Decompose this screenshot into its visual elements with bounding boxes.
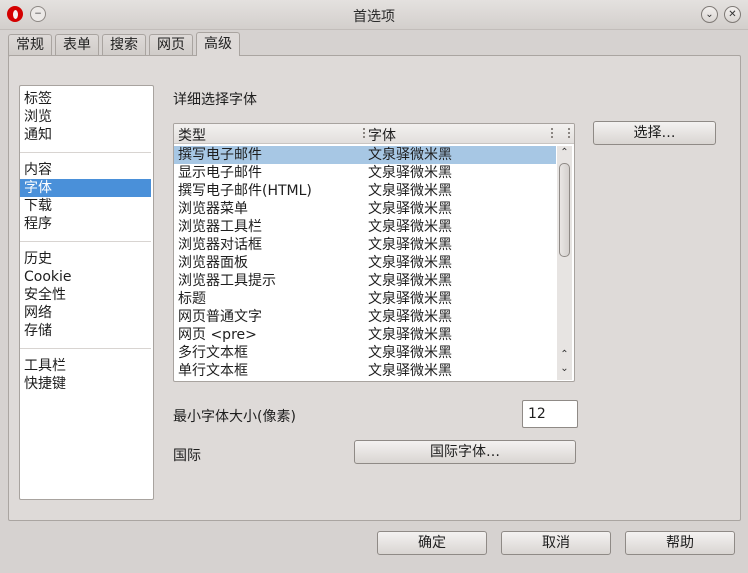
font-rows: 撰写电子邮件 文泉驿微米黑 显示电子邮件 文泉驿微米黑 撰写电子邮件(HTML) 文泉驿微… bbox=[174, 146, 556, 380]
font-name-label: 文泉驿微米黑 bbox=[368, 345, 452, 361]
font-name-label: 文泉驿微米黑 bbox=[368, 165, 452, 181]
category-item[interactable]: 历史 bbox=[20, 250, 153, 268]
font-row[interactable]: 浏览器工具提示 文泉驿微米黑 bbox=[174, 272, 556, 290]
category-item[interactable]: 字体 bbox=[20, 179, 151, 197]
min-font-size-input[interactable]: 12 bbox=[522, 400, 578, 428]
scroll-up-icon[interactable]: ⌃ bbox=[557, 348, 572, 362]
font-row[interactable]: 多行文本框 文泉驿微米黑 bbox=[174, 344, 556, 362]
category-item[interactable]: 通知 bbox=[20, 126, 153, 144]
font-row[interactable]: 撰写电子邮件 文泉驿微米黑 bbox=[174, 146, 556, 164]
close-button[interactable]: ✕ bbox=[724, 6, 741, 23]
cancel-button[interactable]: 取消 bbox=[501, 531, 611, 555]
font-name-label: 文泉驿微米黑 bbox=[368, 309, 452, 325]
vertical-scrollbar[interactable]: ⌃ ⌃ ⌄ bbox=[557, 146, 572, 380]
category-item[interactable]: 浏览 bbox=[20, 108, 153, 126]
column-header-font[interactable]: 字体 bbox=[368, 125, 396, 145]
category-item[interactable]: 下载 bbox=[20, 197, 153, 215]
section-title: 详细选择字体 bbox=[173, 92, 257, 108]
font-type-list[interactable]: 类型 字体 撰写电子邮件 文泉驿微米黑 显示电子邮件 文泉驿微米黑 撰写电子邮件(HTM… bbox=[173, 123, 575, 382]
font-name-label: 文泉驿微米黑 bbox=[368, 183, 452, 199]
font-row[interactable]: 浏览器工具栏 文泉驿微米黑 bbox=[174, 218, 556, 236]
tab-3[interactable]: 网页 bbox=[149, 34, 193, 56]
font-row[interactable]: 浏览器菜单 文泉驿微米黑 bbox=[174, 200, 556, 218]
font-name-label: 文泉驿微米黑 bbox=[368, 273, 452, 289]
category-divider bbox=[20, 152, 151, 153]
font-name-label: 文泉驿微米黑 bbox=[368, 201, 452, 217]
column-header-type[interactable]: 类型 bbox=[178, 125, 206, 145]
minimize-button[interactable]: ⌄ bbox=[701, 6, 718, 23]
column-resize-handle[interactable] bbox=[551, 128, 553, 138]
category-item[interactable]: 程序 bbox=[20, 215, 153, 233]
font-type-label: 单行文本框 bbox=[178, 363, 248, 379]
font-name-label: 文泉驿微米黑 bbox=[368, 237, 452, 253]
tab-1[interactable]: 表单 bbox=[55, 34, 99, 56]
font-row[interactable]: 网页普通文字 文泉驿微米黑 bbox=[174, 308, 556, 326]
category-item[interactable]: Cookie bbox=[20, 268, 153, 286]
category-item[interactable]: 存储 bbox=[20, 322, 153, 340]
title-bar: − 首选项 ⌄ ✕ bbox=[0, 0, 748, 30]
font-type-label: 浏览器对话框 bbox=[178, 237, 262, 253]
category-item[interactable]: 安全性 bbox=[20, 286, 153, 304]
font-name-label: 文泉驿微米黑 bbox=[368, 147, 452, 163]
tab-4[interactable]: 高级 bbox=[196, 32, 240, 56]
font-type-label: 标题 bbox=[178, 291, 206, 307]
font-name-label: 文泉驿微米黑 bbox=[368, 291, 452, 307]
font-row[interactable]: 网页 <pre> 文泉驿微米黑 bbox=[174, 326, 556, 344]
advanced-panel: 标签 浏览 通知 内容 字体 下载 程序 历史 Cookie 安全性 网络 存储 工具栏 快捷键 详细选择… bbox=[8, 55, 741, 521]
font-name-label: 文泉驿微米黑 bbox=[368, 219, 452, 235]
ok-button[interactable]: 确定 bbox=[377, 531, 487, 555]
column-resize-handle[interactable] bbox=[568, 128, 570, 138]
font-type-label: 网页普通文字 bbox=[178, 309, 262, 325]
choose-font-button[interactable]: 选择… bbox=[593, 121, 716, 145]
category-item[interactable]: 网络 bbox=[20, 304, 153, 322]
font-type-label: 浏览器面板 bbox=[178, 255, 248, 271]
font-type-label: 撰写电子邮件 bbox=[178, 147, 262, 163]
font-type-label: 浏览器工具提示 bbox=[178, 273, 276, 289]
font-row[interactable]: 单行文本框 文泉驿微米黑 bbox=[174, 362, 556, 380]
category-divider bbox=[20, 348, 151, 349]
min-font-size-label: 最小字体大小(像素) bbox=[173, 409, 296, 425]
list-header: 类型 字体 bbox=[174, 124, 574, 144]
tab-0[interactable]: 常规 bbox=[8, 34, 52, 56]
tab-2[interactable]: 搜索 bbox=[102, 34, 146, 56]
font-type-label: 网页 <pre> bbox=[178, 327, 257, 343]
font-name-label: 文泉驿微米黑 bbox=[368, 363, 452, 379]
category-item[interactable]: 内容 bbox=[20, 161, 153, 179]
font-type-label: 撰写电子邮件(HTML) bbox=[178, 183, 312, 199]
font-name-label: 文泉驿微米黑 bbox=[368, 327, 452, 343]
category-list[interactable]: 标签 浏览 通知内容 字体 下载 程序历史 Cookie 安全性 网络 存储工具栏 快捷键 bbox=[19, 85, 154, 500]
font-name-label: 文泉驿微米黑 bbox=[368, 255, 452, 271]
font-row[interactable]: 浏览器面板 文泉驿微米黑 bbox=[174, 254, 556, 272]
help-button[interactable]: 帮助 bbox=[625, 531, 735, 555]
window-title: 首选项 bbox=[353, 9, 395, 25]
scroll-up-icon[interactable]: ⌃ bbox=[557, 146, 572, 160]
scroll-down-icon[interactable]: ⌄ bbox=[557, 362, 572, 376]
font-type-label: 多行文本框 bbox=[178, 345, 248, 361]
font-type-label: 显示电子邮件 bbox=[178, 165, 262, 181]
preferences-window: − 首选项 ⌄ ✕ 常规 表单 搜索 网页 高级 标签 浏览 通知 内容 字体 下载 程序 历史 Coo… bbox=[0, 0, 748, 573]
category-item[interactable]: 工具栏 bbox=[20, 357, 153, 375]
font-row[interactable]: 标题 文泉驿微米黑 bbox=[174, 290, 556, 308]
font-type-label: 浏览器菜单 bbox=[178, 201, 248, 217]
font-type-label: 浏览器工具栏 bbox=[178, 219, 262, 235]
international-label: 国际 bbox=[173, 448, 201, 464]
category-item[interactable]: 快捷键 bbox=[20, 375, 153, 393]
category-item[interactable]: 标签 bbox=[20, 90, 153, 108]
scrollbar-thumb[interactable] bbox=[559, 163, 570, 257]
category-divider bbox=[20, 241, 151, 242]
font-row[interactable]: 撰写电子邮件(HTML) 文泉驿微米黑 bbox=[174, 182, 556, 200]
font-row[interactable]: 浏览器对话框 文泉驿微米黑 bbox=[174, 236, 556, 254]
column-resize-handle[interactable] bbox=[363, 128, 365, 138]
font-row[interactable]: 显示电子邮件 文泉驿微米黑 bbox=[174, 164, 556, 182]
tab-bar: 常规 表单 搜索 网页 高级 bbox=[8, 32, 243, 56]
international-fonts-button[interactable]: 国际字体… bbox=[354, 440, 576, 464]
